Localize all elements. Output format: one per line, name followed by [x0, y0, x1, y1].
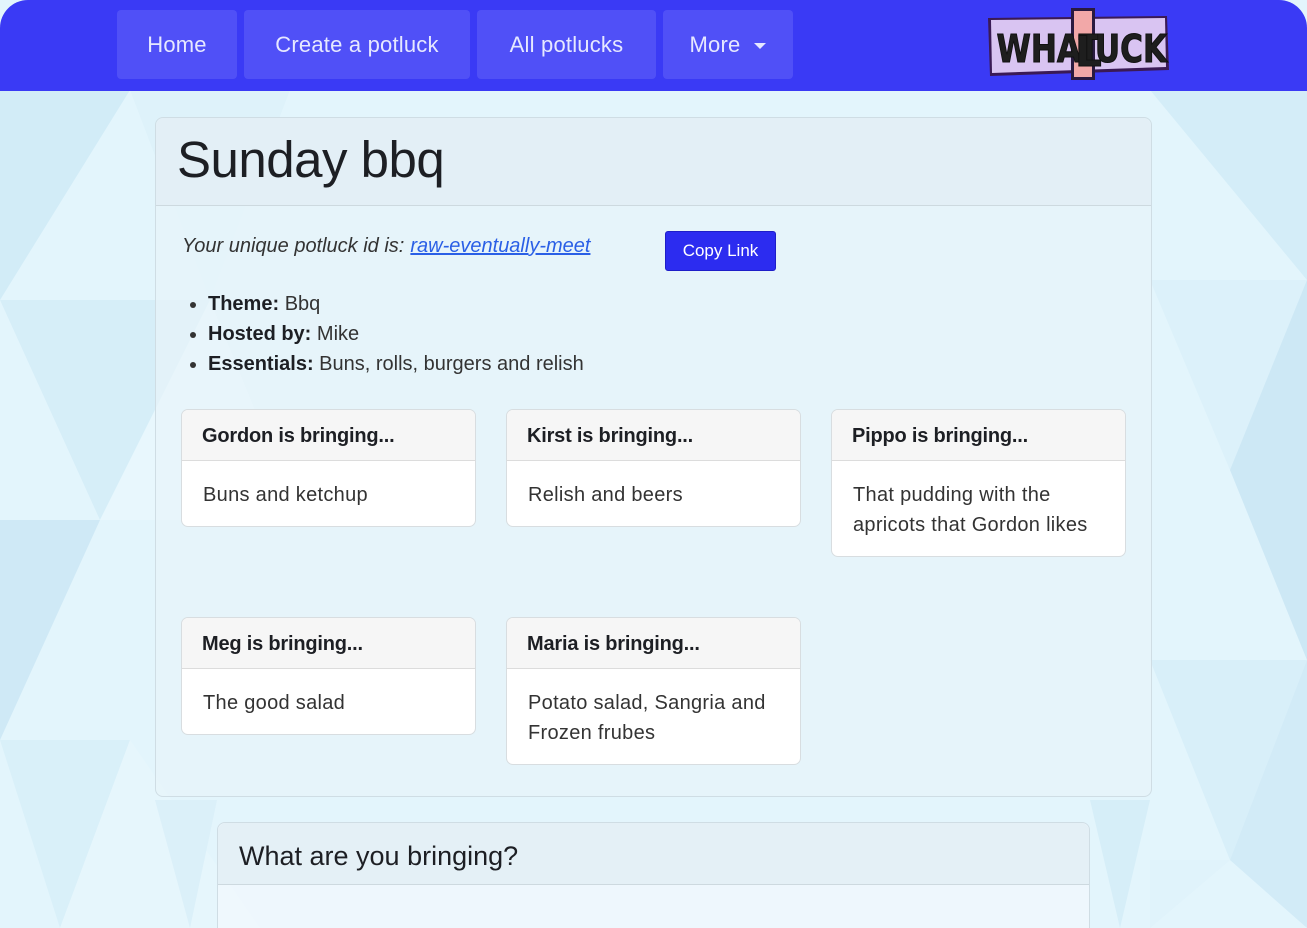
bringing-form-card: What are you bringing?: [217, 822, 1090, 928]
contribution-heading: Pippo is bringing...: [832, 410, 1125, 461]
detail-key: Essentials:: [208, 353, 314, 375]
potluck-card-header: Sunday bbq: [156, 118, 1151, 206]
contribution-card: Gordon is bringing... Buns and ketchup: [181, 409, 476, 527]
nav-all-potlucks-button[interactable]: All potlucks: [477, 10, 656, 79]
contribution-item: Potato salad, Sangria and Frozen frubes: [528, 692, 766, 744]
potluck-details-list: Theme: Bbq Hosted by: Mike Essentials: B…: [182, 289, 584, 379]
caret-down-icon: [754, 43, 767, 50]
contribution-card: Pippo is bringing... That pudding with t…: [831, 409, 1126, 557]
detail-host: Hosted by: Mike: [208, 319, 584, 349]
nav-home-button[interactable]: Home: [117, 10, 237, 79]
contribution-card: Maria is bringing... Potato salad, Sangr…: [506, 617, 801, 765]
detail-essentials: Essentials: Buns, rolls, burgers and rel…: [208, 349, 584, 379]
potluck-id-line: Your unique potluck id is: raw-eventually…: [182, 235, 590, 258]
detail-theme: Theme: Bbq: [208, 289, 584, 319]
detail-value: Buns, rolls, burgers and relish: [319, 353, 584, 375]
contribution-item: Relish and beers: [528, 484, 683, 506]
contribution-heading: Gordon is bringing...: [182, 410, 475, 461]
detail-value: Bbq: [284, 293, 321, 315]
potluck-id-prefix: Your unique potluck id is:: [182, 235, 405, 257]
detail-value: Mike: [316, 323, 360, 345]
bringing-form-title: What are you bringing?: [218, 823, 1089, 885]
contribution-heading: Kirst is bringing...: [507, 410, 800, 461]
potluck-card: Sunday bbq Your unique potluck id is: raw…: [155, 117, 1152, 797]
contribution-heading: Meg is bringing...: [182, 618, 475, 669]
nav-more-dropdown[interactable]: More: [663, 10, 793, 79]
contribution-item: The good salad: [203, 692, 346, 714]
contribution-item: Buns and ketchup: [203, 484, 368, 506]
detail-key: Theme:: [208, 293, 280, 315]
top-navbar: Home Create a potluck All potlucks More …: [0, 0, 1307, 91]
contribution-card: Meg is bringing... The good salad: [181, 617, 476, 735]
svg-text:UCK: UCK: [1095, 28, 1168, 72]
copy-link-button[interactable]: Copy Link: [665, 231, 776, 271]
nav-more-label: More: [689, 32, 741, 57]
whatluck-logo[interactable]: WHAT L UCK: [985, 6, 1171, 84]
page-title: Sunday bbq: [177, 131, 445, 188]
contribution-heading: Maria is bringing...: [507, 618, 800, 669]
potluck-id-link[interactable]: raw-eventually-meet: [410, 235, 590, 257]
contribution-card: Kirst is bringing... Relish and beers: [506, 409, 801, 527]
detail-key: Hosted by:: [208, 323, 312, 345]
contribution-item: That pudding with the apricots that Gord…: [853, 484, 1088, 536]
nav-create-potluck-button[interactable]: Create a potluck: [244, 10, 470, 79]
